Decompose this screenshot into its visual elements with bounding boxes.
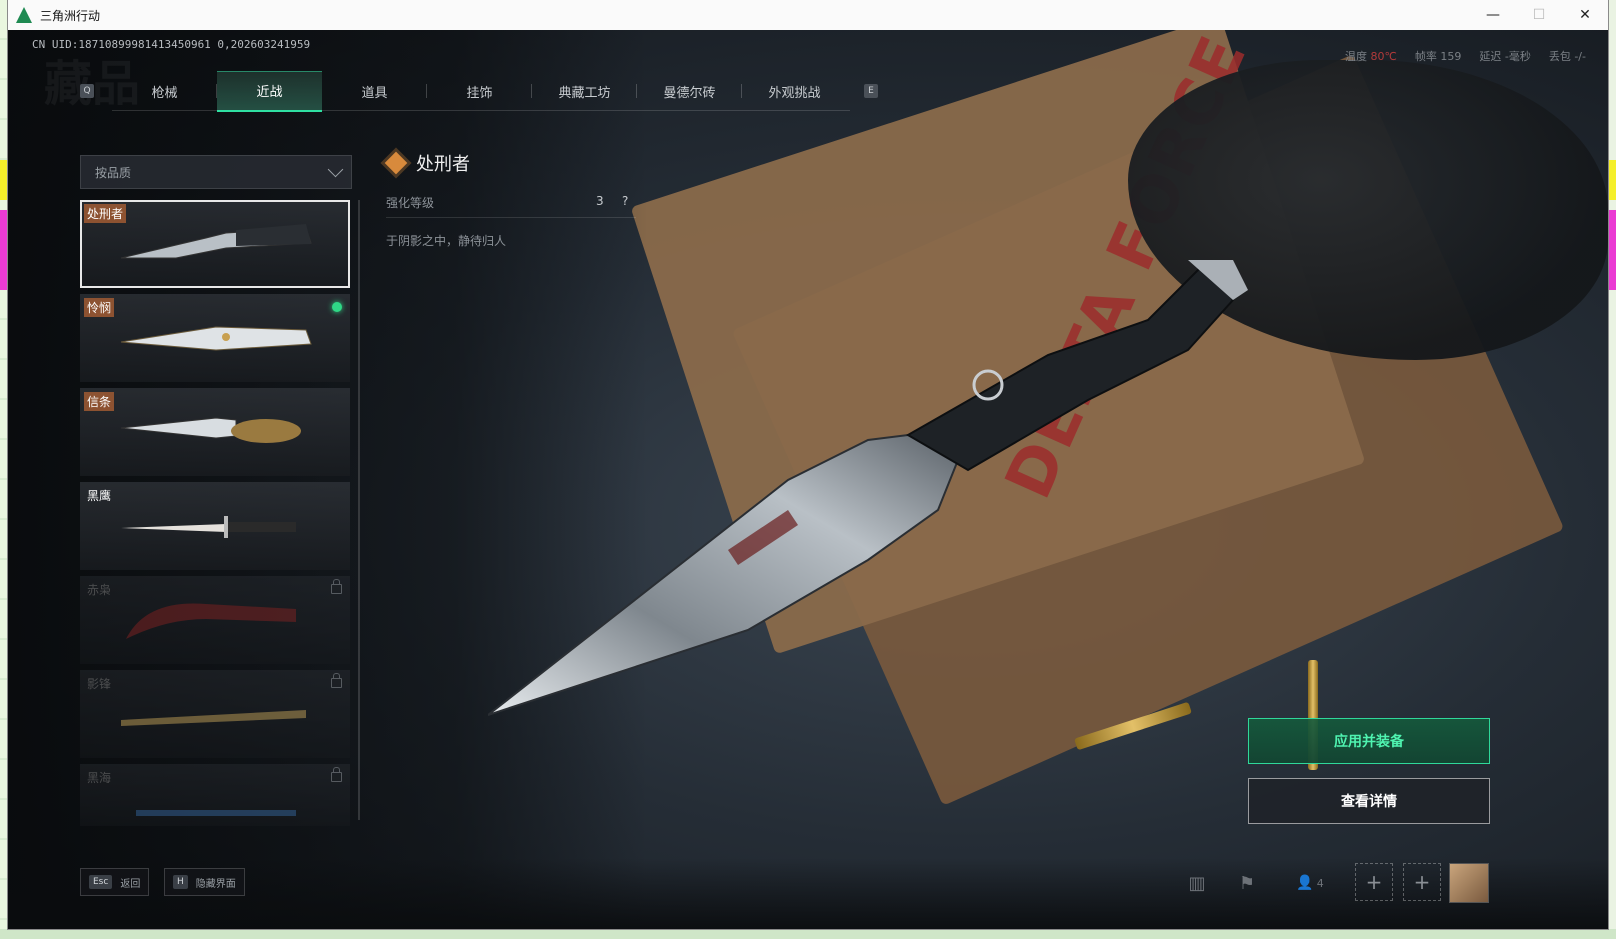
detail-header: 处刑者 bbox=[384, 150, 470, 176]
enhance-level-row: 强化等级 3 ? bbox=[386, 194, 636, 218]
enhance-label: 强化等级 bbox=[386, 196, 435, 210]
tab-firearms[interactable]: 枪械 bbox=[112, 72, 217, 110]
list-scrollbar[interactable] bbox=[358, 200, 360, 820]
plus-icon[interactable]: + bbox=[1403, 863, 1441, 901]
latency-stat: 延迟 -毫秒 bbox=[1479, 50, 1531, 63]
item-name: 信条 bbox=[84, 392, 115, 411]
hide-key: H bbox=[173, 875, 188, 889]
item-name: 黑鹰 bbox=[87, 489, 112, 503]
list-item[interactable]: 怜悯 bbox=[80, 294, 350, 382]
uid-text: CN UID:18710899981413450961 0,2026032419… bbox=[32, 38, 311, 51]
window-title: 三角洲行动 bbox=[40, 8, 101, 23]
plus-icon[interactable]: + bbox=[1355, 863, 1393, 901]
tab-props[interactable]: 道具 bbox=[322, 72, 427, 110]
item-name: 怜悯 bbox=[84, 298, 115, 317]
category-tabs: 枪械 近战 道具 挂饰 典藏工坊 曼德尔砖 外观挑战 bbox=[112, 70, 850, 112]
hide-ui-hint[interactable]: H 隐藏界面 bbox=[164, 868, 245, 896]
knife-thumbnail bbox=[120, 417, 301, 443]
lock-icon bbox=[331, 673, 342, 688]
tab-label: 曼德尔砖 bbox=[663, 85, 716, 101]
title-bar: 三角洲行动 — ☐ ✕ bbox=[8, 0, 1608, 30]
list-item[interactable]: 黑鹰 bbox=[80, 482, 350, 570]
tab-label: 挂饰 bbox=[466, 85, 493, 101]
esc-key: Esc bbox=[89, 875, 113, 889]
knife-thumbnail bbox=[136, 810, 296, 816]
flag-icon[interactable]: ⚑ bbox=[1234, 870, 1260, 896]
tab-mandel-brick[interactable]: 曼德尔砖 bbox=[637, 72, 742, 110]
performance-stats: 温度 80℃ 帧率 159 延迟 -毫秒 丢包 -/- bbox=[1345, 48, 1586, 64]
knife-thumbnail bbox=[121, 516, 296, 538]
lock-icon bbox=[331, 579, 342, 594]
quality-filter-dropdown[interactable]: 按品质 bbox=[80, 155, 352, 189]
fps-stat: 帧率 159 bbox=[1415, 48, 1462, 64]
view-details-button[interactable]: 查看详情 bbox=[1248, 778, 1490, 824]
item-name: 影锋 bbox=[87, 677, 112, 691]
chevron-down-icon bbox=[327, 161, 344, 178]
item-name: 黑海 bbox=[87, 771, 112, 785]
squad-icon[interactable]: 👤 4 bbox=[1290, 870, 1330, 896]
equipped-indicator bbox=[332, 302, 342, 312]
tab-collection-workshop[interactable]: 典藏工坊 bbox=[532, 72, 637, 110]
back-hint[interactable]: Esc 返回 bbox=[80, 868, 150, 896]
filter-label: 按品质 bbox=[95, 165, 132, 180]
knife-thumbnail bbox=[121, 710, 306, 726]
tab-label: 外观挑战 bbox=[768, 85, 821, 101]
desktop-edge-right bbox=[1608, 0, 1616, 939]
maximize-button[interactable]: ☐ bbox=[1516, 0, 1562, 30]
temp-value: 80℃ bbox=[1370, 50, 1397, 63]
tab-label: 典藏工坊 bbox=[558, 85, 611, 101]
stats-icon[interactable]: ▥ bbox=[1184, 870, 1210, 896]
close-button[interactable]: ✕ bbox=[1562, 0, 1608, 30]
help-icon[interactable]: ? bbox=[622, 194, 628, 208]
melee-list: 处刑者 怜悯 信条 黑鹰 赤枭 影锋 黑海 bbox=[80, 200, 350, 832]
lock-icon bbox=[331, 767, 342, 782]
knife-thumbnail bbox=[120, 326, 312, 351]
knife-thumbnail bbox=[126, 603, 296, 639]
temp-label: 温度 bbox=[1345, 50, 1368, 63]
item-name: 赤枭 bbox=[87, 583, 112, 597]
game-window: 三角洲行动 — ☐ ✕ DELTA FORCE CN UID:187108999… bbox=[8, 0, 1608, 929]
list-item[interactable]: 信条 bbox=[80, 388, 350, 476]
list-item[interactable]: 赤枭 bbox=[80, 576, 350, 664]
game-viewport: DELTA FORCE 藏品 CN UID:187108999814134509… bbox=[8, 30, 1608, 929]
tab-melee[interactable]: 近战 bbox=[217, 70, 322, 112]
next-tab-key[interactable]: E bbox=[864, 84, 878, 98]
avatar[interactable] bbox=[1449, 863, 1489, 903]
desktop-edge-left bbox=[0, 0, 8, 939]
tab-appearance-challenge[interactable]: 外观挑战 bbox=[742, 72, 847, 110]
list-item[interactable]: 处刑者 bbox=[80, 200, 350, 288]
tab-label: 道具 bbox=[361, 85, 388, 101]
squad-count: 4 bbox=[1316, 876, 1324, 890]
apply-equip-button[interactable]: 应用并装备 bbox=[1248, 718, 1490, 764]
desktop-edge-bottom bbox=[0, 929, 1616, 939]
enhance-value: 3 bbox=[596, 194, 604, 208]
fps-label: 帧率 bbox=[1414, 50, 1437, 63]
knife-preview-image bbox=[488, 260, 1248, 716]
item-title: 处刑者 bbox=[416, 154, 470, 175]
fps-value: 159 bbox=[1440, 50, 1462, 63]
hide-label: 隐藏界面 bbox=[195, 878, 236, 890]
minimize-button[interactable]: — bbox=[1470, 0, 1516, 30]
knife-thumbnail bbox=[120, 224, 312, 259]
item-description: 于阴影之中，静待归人 bbox=[386, 234, 507, 248]
list-item[interactable]: 黑海 bbox=[80, 764, 350, 826]
prev-tab-key[interactable]: Q bbox=[80, 84, 94, 98]
packet-loss-stat: 丢包 -/- bbox=[1548, 50, 1586, 63]
temp-stat: 温度 80℃ bbox=[1345, 48, 1397, 64]
back-label: 返回 bbox=[120, 878, 141, 890]
list-item[interactable]: 影锋 bbox=[80, 670, 350, 758]
tab-label: 近战 bbox=[256, 85, 283, 100]
tab-label: 枪械 bbox=[151, 85, 178, 101]
app-icon bbox=[16, 7, 32, 23]
quality-diamond-icon bbox=[384, 151, 408, 175]
tab-charms[interactable]: 挂饰 bbox=[427, 72, 532, 110]
